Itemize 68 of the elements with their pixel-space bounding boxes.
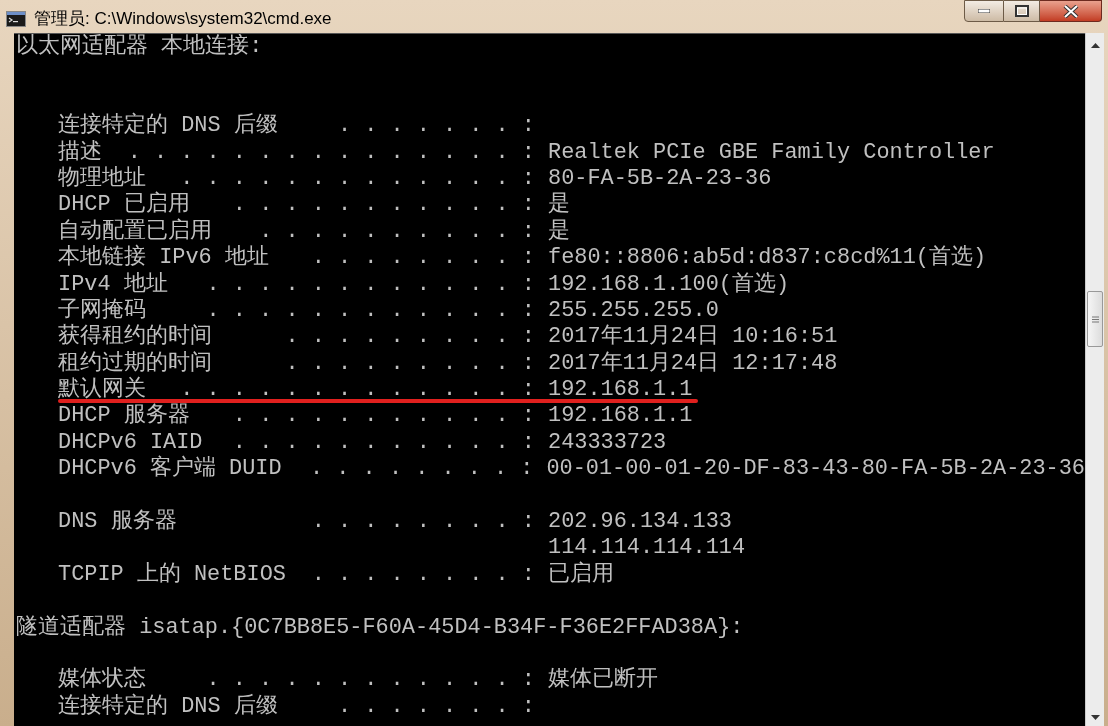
field-value: 2017年11月24日 10:16:51 [547, 324, 838, 351]
field-label: 租约过期的时间 [58, 350, 212, 376]
section-heading: 隧道适配器 isatap.{0C7BB8E5-F60A-45D4-B34F-F36E2FFAD38A}: [16, 614, 744, 641]
dot-leader: . . . . . . . . . : [285, 324, 535, 351]
field-value: 192.168.1.1 [547, 403, 693, 430]
dot-leader: . . . . . . . . . . . . : [206, 297, 535, 324]
field-label: 连接特定的 DNS 后缀 [58, 113, 278, 140]
dot-leader: . . . . . . . : [337, 113, 535, 140]
dot-leader: . . . . . . . . . . . . : [206, 667, 535, 694]
dot-leader: . . . . . . . . : [310, 456, 534, 483]
field-value: 是 [547, 192, 570, 219]
minimize-button[interactable] [964, 0, 1004, 22]
dot-leader: . . . . . . . . . : [285, 350, 535, 378]
field-label: 默认网关 [58, 377, 146, 404]
dot-leader: . . . . . . . . : [311, 561, 535, 589]
dot-leader: . . . . . . . . . . . : [232, 429, 535, 457]
field-value: Realtek PCIe GBE Family Controller [547, 139, 995, 166]
field-value: 已启用 [547, 561, 614, 589]
field-value: 255.255.255.0 [547, 297, 719, 324]
scrollbar[interactable] [1085, 33, 1104, 726]
dot-leader: . . . . . . . . : [311, 509, 535, 536]
field-value: 2017年11月24日 12:17:48 [547, 350, 838, 378]
field-value: 媒体已断开 [547, 667, 658, 694]
field-label: DNS 服务器 [58, 509, 177, 536]
field-value: 192.168.1.1 [547, 377, 693, 404]
field-label: DHCPv6 IAID [58, 429, 203, 455]
field-value: 80-FA-5B-2A-23-36 [547, 165, 772, 192]
grip-icon [1091, 315, 1099, 323]
field-label: 获得租约的时间 [58, 324, 212, 351]
field-label: DHCPv6 客户端 DUID [58, 456, 282, 483]
dot-leader: . . . . . . . . . . . : [232, 192, 535, 219]
field-label: TCPIP 上的 NetBIOS [58, 561, 286, 589]
field-label: 本地链接 IPv6 地址 [58, 245, 269, 272]
maximize-button[interactable] [1004, 0, 1040, 22]
field-value: 114.114.114.114 [547, 535, 746, 561]
field-value: 是 [547, 218, 570, 246]
field-label: 自动配置已启用 [58, 218, 212, 244]
dot-leader: . . . . . . . . : [311, 245, 535, 272]
field-value: 192.168.1.100(首选) [547, 271, 790, 298]
dot-leader: . . . . . . . . . . . . : [206, 271, 535, 298]
field-value: 00-01-00-01-20-DF-83-43-80-FA-5B-2A-23-36 [545, 456, 1085, 483]
field-label: 描述 [58, 139, 102, 166]
scroll-thumb[interactable] [1087, 291, 1103, 347]
scroll-down-icon[interactable] [1090, 715, 1100, 720]
window-title: 管理员: C:\Windows\system32\cmd.exe [34, 8, 332, 30]
dot-leader: . . . . . . . . . . . . . : [180, 165, 535, 193]
section-heading: 以太网适配器 本地连接: [16, 34, 263, 61]
dot-leader: . . . . . . . : [337, 693, 535, 721]
dot-leader: . . . . . . . . . . : [259, 218, 535, 245]
dot-leader: . . . . . . . . . . . : [232, 403, 535, 430]
field-value: 202.96.134.133 [547, 509, 732, 536]
field-label: 连接特定的 DNS 后缀 [58, 693, 278, 721]
field-label: 媒体状态 [58, 667, 146, 693]
field-label: 物理地址 [58, 165, 146, 193]
dot-leader: . . . . . . . . . . . . . . . : [127, 139, 535, 166]
field-value: 243333723 [547, 429, 667, 457]
field-value: fe80::8806:ab5d:d837:c8cd%11(首选) [547, 245, 987, 272]
close-button[interactable] [1040, 0, 1102, 22]
field-label: DHCP 服务器 [58, 403, 190, 430]
minimize-icon [978, 9, 990, 13]
console-icon [6, 10, 26, 27]
field-label: IPv4 地址 [58, 271, 168, 298]
field-label: 子网掩码 [58, 297, 146, 324]
close-icon [1062, 4, 1079, 18]
field-label: DHCP 已启用 [58, 192, 190, 218]
dot-leader: . . . . . . . . . . . . . : [180, 377, 535, 403]
scroll-up-icon[interactable] [1090, 43, 1100, 48]
maximize-icon [1014, 5, 1029, 17]
